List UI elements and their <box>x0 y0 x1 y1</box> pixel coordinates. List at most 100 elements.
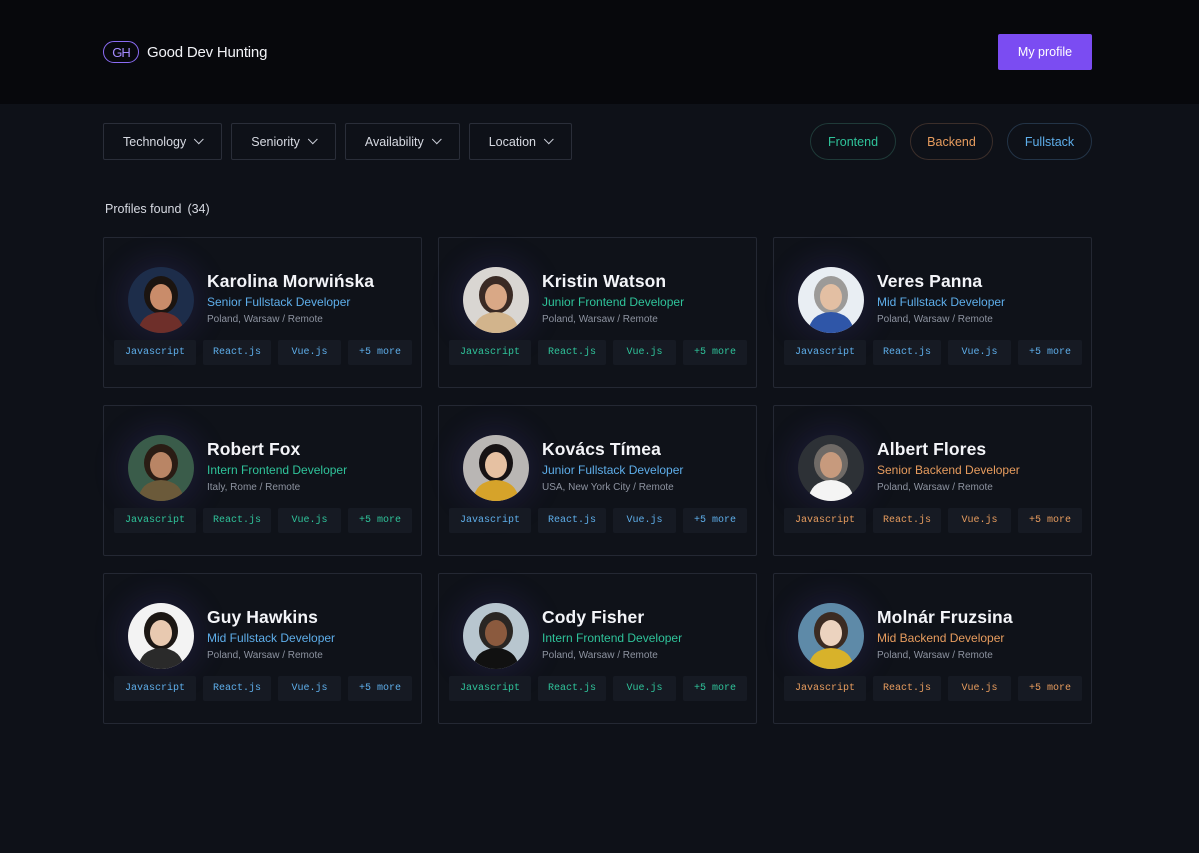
pill-frontend[interactable]: Frontend <box>810 123 896 160</box>
tech-tag: Javascript <box>449 508 531 533</box>
tech-tag: Vue.js <box>278 508 341 533</box>
filter-bar: Technology Seniority Availability Locati… <box>103 123 572 160</box>
tech-tag: Vue.js <box>948 340 1011 365</box>
profile-name[interactable]: Kovács Tímea <box>542 439 661 460</box>
avatar-image <box>128 435 194 501</box>
profile-role: Senior Fullstack Developer <box>207 295 351 309</box>
profile-card[interactable]: Cody Fisher Intern Frontend Developer Po… <box>438 573 757 724</box>
profile-name[interactable]: Karolina Morwińska <box>207 271 374 292</box>
avatar-image <box>463 267 529 333</box>
my-profile-button[interactable]: My profile <box>998 34 1092 70</box>
profile-card[interactable]: Veres Panna Mid Fullstack Developer Pola… <box>773 237 1092 388</box>
tech-tags: Javascript React.js Vue.js +5 more <box>114 676 412 701</box>
more-tags[interactable]: +5 more <box>683 676 747 701</box>
profile-name[interactable]: Kristin Watson <box>542 271 666 292</box>
tech-tag: Javascript <box>784 508 866 533</box>
tech-tag: React.js <box>873 676 941 701</box>
tech-tag: React.js <box>203 340 271 365</box>
profile-name[interactable]: Cody Fisher <box>542 607 644 628</box>
tech-tags: Javascript React.js Vue.js +5 more <box>784 676 1082 701</box>
more-tags[interactable]: +5 more <box>1018 340 1082 365</box>
more-tags[interactable]: +5 more <box>348 676 412 701</box>
tech-tag: Javascript <box>784 676 866 701</box>
tech-tags: Javascript React.js Vue.js +5 more <box>449 676 747 701</box>
brand-name: Good Dev Hunting <box>147 43 268 61</box>
tech-tag: React.js <box>203 676 271 701</box>
pill-fullstack[interactable]: Fullstack <box>1007 123 1092 160</box>
avatar <box>463 603 529 669</box>
more-tags[interactable]: +5 more <box>683 508 747 533</box>
profile-card[interactable]: Albert Flores Senior Backend Developer P… <box>773 405 1092 556</box>
tech-tag: Vue.js <box>613 340 676 365</box>
tech-tags: Javascript React.js Vue.js +5 more <box>449 340 747 365</box>
profile-card[interactable]: Kovács Tímea Junior Fullstack Developer … <box>438 405 757 556</box>
profile-card[interactable]: Kristin Watson Junior Frontend Developer… <box>438 237 757 388</box>
avatar-image <box>128 267 194 333</box>
more-tags[interactable]: +5 more <box>1018 676 1082 701</box>
profile-role: Junior Fullstack Developer <box>542 463 684 477</box>
profile-card[interactable]: Guy Hawkins Mid Fullstack Developer Pola… <box>103 573 422 724</box>
tech-tag: Javascript <box>784 340 866 365</box>
tech-tag: Vue.js <box>613 676 676 701</box>
avatar <box>798 603 864 669</box>
filter-technology[interactable]: Technology <box>103 123 223 160</box>
tech-tag: Vue.js <box>948 508 1011 533</box>
profile-name[interactable]: Veres Panna <box>877 271 982 292</box>
tech-tag: Vue.js <box>278 676 341 701</box>
profile-name[interactable]: Robert Fox <box>207 439 300 460</box>
avatar-image <box>798 267 864 333</box>
tech-tag: React.js <box>873 508 941 533</box>
profile-card[interactable]: Karolina Morwińska Senior Fullstack Deve… <box>103 237 422 388</box>
tech-tag: Javascript <box>114 508 196 533</box>
more-tags[interactable]: +5 more <box>348 340 412 365</box>
tech-tag: Vue.js <box>278 340 341 365</box>
tech-tag: React.js <box>203 508 271 533</box>
filter-label: Seniority <box>251 134 300 149</box>
filter-seniority[interactable]: Seniority <box>231 123 336 160</box>
profile-location: Poland, Warsaw / Remote <box>877 314 993 325</box>
profile-location: Poland, Warsaw / Remote <box>542 314 658 325</box>
brand-logo[interactable]: GH Good Dev Hunting <box>103 40 267 64</box>
profile-role: Intern Frontend Developer <box>207 463 348 477</box>
more-tags[interactable]: +5 more <box>1018 508 1082 533</box>
filter-label: Availability <box>364 134 424 149</box>
avatar <box>463 435 529 501</box>
avatar-image <box>463 435 529 501</box>
profile-name[interactable]: Guy Hawkins <box>207 607 318 628</box>
specialization-pills: Frontend Backend Fullstack <box>810 123 1092 160</box>
profile-location: Poland, Warsaw / Remote <box>877 482 993 493</box>
tech-tag: React.js <box>538 340 606 365</box>
filter-location[interactable]: Location <box>468 123 572 160</box>
tech-tag: Javascript <box>114 340 196 365</box>
pill-backend[interactable]: Backend <box>910 123 993 160</box>
profile-location: USA, New York City / Remote <box>542 482 674 493</box>
profile-location: Poland, Warsaw / Remote <box>877 650 993 661</box>
tech-tag: Javascript <box>449 676 531 701</box>
more-tags[interactable]: +5 more <box>683 340 747 365</box>
profiles-found-label: Profiles found <box>105 202 182 216</box>
filter-availability[interactable]: Availability <box>344 123 460 160</box>
avatar-image <box>798 603 864 669</box>
tech-tags: Javascript React.js Vue.js +5 more <box>784 508 1082 533</box>
profile-card[interactable]: Molnár Fruzsina Mid Backend Developer Po… <box>773 573 1092 724</box>
more-tags[interactable]: +5 more <box>348 508 412 533</box>
tech-tag: Javascript <box>449 340 531 365</box>
profile-location: Poland, Warsaw / Remote <box>207 314 323 325</box>
chevron-down-icon <box>307 134 318 145</box>
chevron-down-icon <box>543 134 554 145</box>
avatar <box>128 603 194 669</box>
profile-card[interactable]: Robert Fox Intern Frontend Developer Ita… <box>103 405 422 556</box>
avatar-image <box>463 603 529 669</box>
avatar <box>798 435 864 501</box>
tech-tag: React.js <box>538 508 606 533</box>
profile-name[interactable]: Albert Flores <box>877 439 986 460</box>
profile-name[interactable]: Molnár Fruzsina <box>877 607 1013 628</box>
profile-role: Senior Backend Developer <box>877 463 1020 477</box>
profile-location: Poland, Warsaw / Remote <box>207 650 323 661</box>
avatar <box>463 267 529 333</box>
chevron-down-icon <box>431 134 442 145</box>
profiles-found: Profiles found (34) <box>105 202 210 216</box>
profile-location: Italy, Rome / Remote <box>207 482 301 493</box>
top-bar: GH Good Dev Hunting My profile <box>0 0 1199 104</box>
tech-tags: Javascript React.js Vue.js +5 more <box>449 508 747 533</box>
